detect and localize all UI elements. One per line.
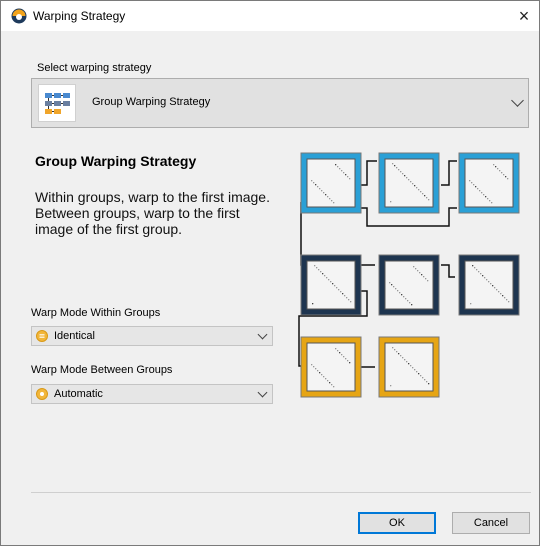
between-groups-select[interactable]: Automatic <box>31 384 273 404</box>
identical-mode-icon <box>36 330 48 342</box>
diagram-thumbnail <box>378 336 440 398</box>
diagram-thumbnail <box>378 152 440 214</box>
window-title: Warping Strategy <box>33 9 126 23</box>
diagram-thumbnail <box>300 254 362 316</box>
close-button[interactable]: × <box>509 1 539 31</box>
automatic-mode-icon <box>36 388 48 400</box>
between-groups-value: Automatic <box>54 388 103 400</box>
diagram-thumbnail <box>378 254 440 316</box>
close-icon: × <box>518 5 530 26</box>
group-strategy-icon <box>38 84 76 122</box>
strategy-select[interactable]: Group Warping Strategy <box>31 78 529 128</box>
cancel-button[interactable]: Cancel <box>452 512 530 534</box>
chevron-down-icon <box>511 94 524 107</box>
strategy-select-value: Group Warping Strategy <box>92 96 211 108</box>
within-groups-value: Identical <box>54 330 95 342</box>
title-bar: Warping Strategy × <box>1 1 539 31</box>
within-groups-select[interactable]: Identical <box>31 326 273 346</box>
strategy-description: Within groups, warp to the first image. … <box>35 189 270 237</box>
warping-strategy-dialog: Warping Strategy × Select warping strate… <box>0 0 540 546</box>
diagram-thumbnail <box>458 254 520 316</box>
diagram-thumbnail <box>300 336 362 398</box>
strategy-select-label: Select warping strategy <box>37 62 152 74</box>
group-warping-diagram <box>298 152 520 398</box>
within-groups-label: Warp Mode Within Groups <box>31 307 161 319</box>
diagram-thumbnail <box>300 152 362 214</box>
chevron-down-icon <box>257 329 268 340</box>
chevron-down-icon <box>257 387 268 398</box>
diagram-thumbnails <box>300 152 520 398</box>
dialog-content: Select warping strategy Group Warping St… <box>1 31 539 545</box>
diagram-thumbnail <box>458 152 520 214</box>
between-groups-label: Warp Mode Between Groups <box>31 364 173 376</box>
separator <box>31 492 531 493</box>
app-icon <box>11 8 27 24</box>
ok-button[interactable]: OK <box>358 512 436 534</box>
strategy-heading: Group Warping Strategy <box>35 153 197 169</box>
